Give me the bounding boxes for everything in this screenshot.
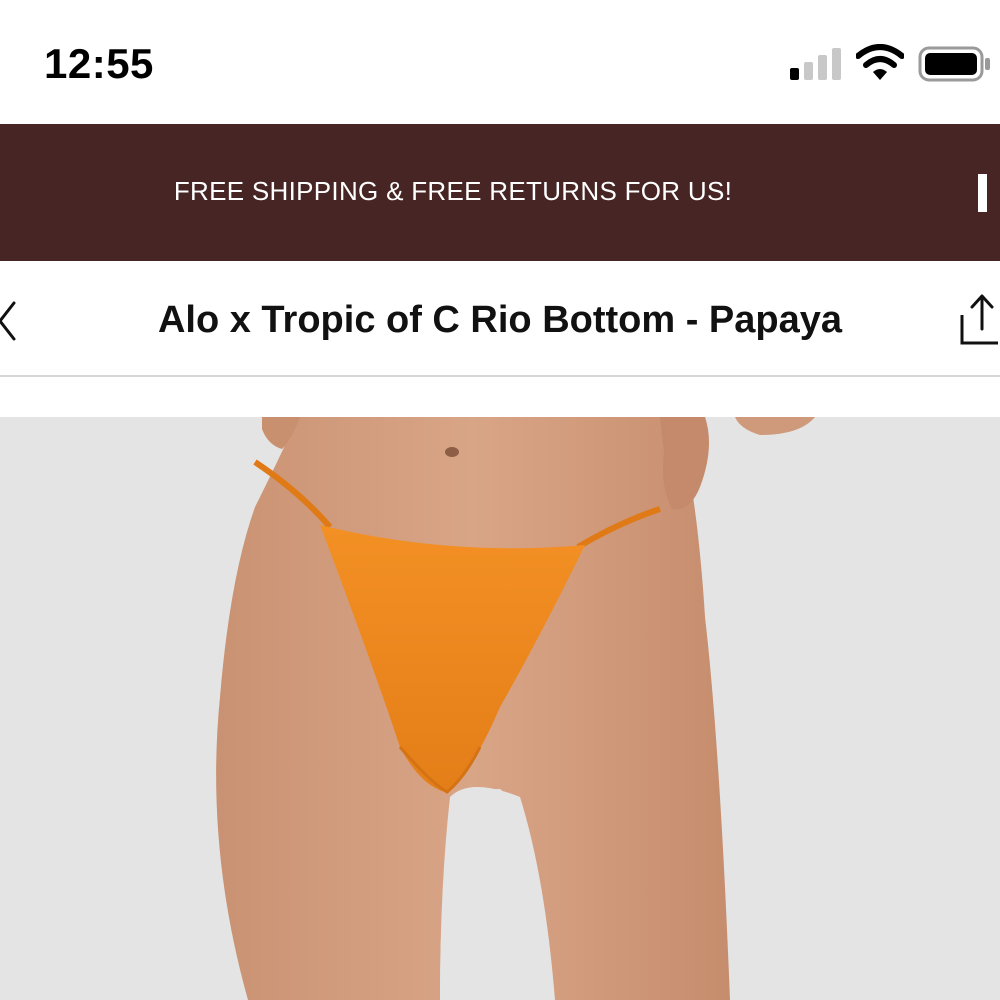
product-photo [0, 417, 1000, 1000]
status-time: 12:55 [44, 40, 154, 87]
battery-icon [918, 46, 990, 82]
chevron-left-icon[interactable] [0, 299, 30, 343]
banner-cursor-indicator [978, 174, 987, 212]
page-title: Alo x Tropic of C Rio Bottom - Papaya [157, 299, 843, 341]
promo-text: FREE SHIPPING & FREE RETURNS FOR US! [173, 176, 733, 206]
cellular-signal-icon [790, 48, 841, 80]
product-image[interactable] [0, 417, 1000, 1000]
nav-header: Alo x Tropic of C Rio Bottom - Papaya [0, 261, 1000, 377]
share-icon[interactable] [960, 291, 1000, 347]
wifi-icon [856, 44, 904, 80]
promo-banner[interactable]: FREE SHIPPING & FREE RETURNS FOR US! [0, 124, 1000, 261]
status-bar: 12:55 [0, 0, 1000, 124]
